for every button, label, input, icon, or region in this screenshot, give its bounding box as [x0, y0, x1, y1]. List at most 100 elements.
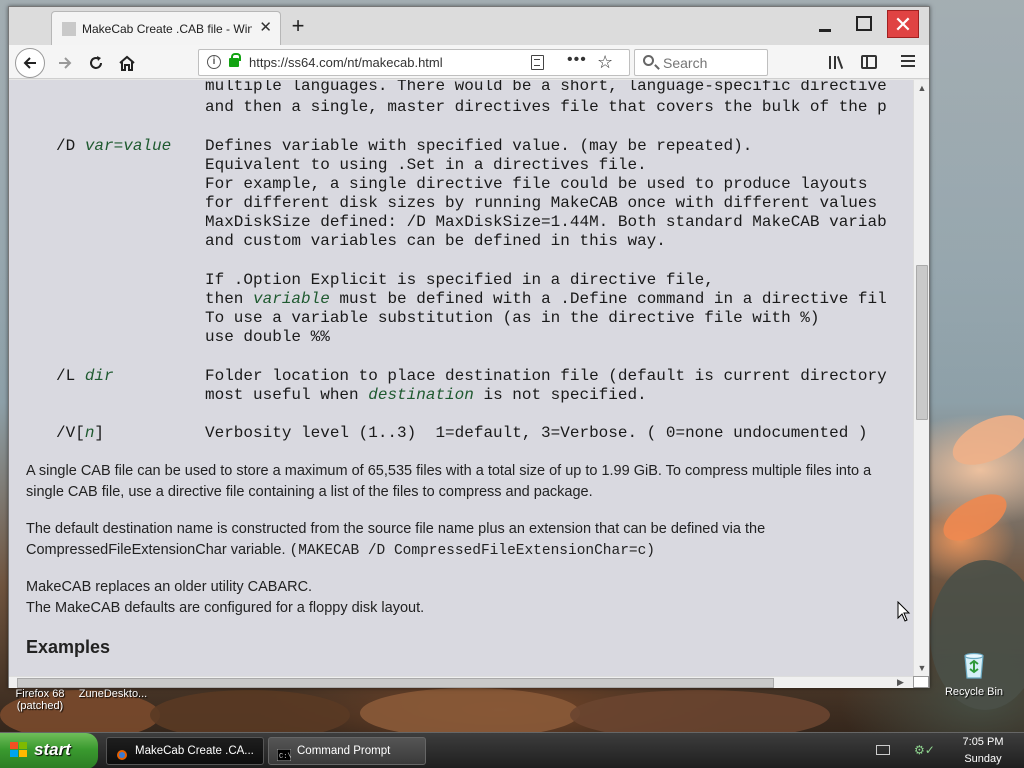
taskbar-item-firefox[interactable]: MakeCab Create .CA...	[106, 737, 264, 765]
reload-icon	[90, 56, 102, 69]
option-d-desc: If .Option Explicit is specified in a di…	[205, 271, 714, 289]
option-l-desc: most useful when destination is not spec…	[205, 386, 647, 404]
home-icon	[119, 55, 135, 71]
start-label: start	[34, 740, 71, 759]
reader-view-icon[interactable]	[531, 55, 544, 70]
keyboard-icon[interactable]	[876, 745, 890, 755]
desktop-icon-firefox-label: Firefox 68 (patched)	[15, 688, 65, 712]
option-d-desc: and custom variables can be defined in t…	[205, 232, 666, 250]
bookmark-star-icon[interactable]: ☆	[597, 52, 613, 73]
paragraph-floppy: The MakeCAB defaults are configured for …	[26, 600, 425, 616]
content-line: and then a single, master directives fil…	[205, 98, 887, 116]
back-arrow-icon	[23, 57, 36, 69]
option-d-desc: MaxDiskSize defined: /D MaxDiskSize=1.44…	[205, 213, 887, 231]
scroll-up-icon[interactable]: ▲	[914, 80, 930, 96]
clock-day[interactable]: Sunday	[960, 753, 1006, 765]
cmd-icon: C:\	[276, 745, 292, 762]
sidebar-toggle-button[interactable]	[861, 55, 877, 69]
browser-window: MakeCab Create .CAB file - Windo ✕ + ✕ i…	[8, 6, 930, 688]
url-text[interactable]: https://ss64.com/nt/makecab.html	[249, 55, 443, 70]
desktop-icon-recycle-bin[interactable]: Recycle Bin	[940, 650, 1008, 698]
windows-logo-icon	[10, 742, 28, 758]
page-favicon-icon	[62, 22, 76, 36]
option-d-desc: To use a variable substitution (as in th…	[205, 309, 820, 327]
desktop-icon-recycle-bin-label: Recycle Bin	[944, 686, 1004, 698]
search-bar[interactable]	[634, 49, 768, 76]
option-d-desc: Equivalent to using .Set in a directives…	[205, 156, 647, 174]
clock-time[interactable]: 7:05 PM	[960, 736, 1006, 748]
horizontal-scrollbar[interactable]: ▶	[9, 676, 913, 688]
option-d-desc: Defines variable with specified value. (…	[205, 137, 753, 155]
mouse-cursor-icon	[897, 601, 911, 622]
maximize-button[interactable]	[848, 10, 880, 38]
maximize-icon	[856, 16, 872, 31]
taskbar: start MakeCab Create .CA... C:\ Command …	[0, 732, 1024, 768]
paragraph-cabarc: MakeCAB replaces an older utility CABARC…	[26, 579, 313, 595]
hamburger-menu-button[interactable]	[901, 55, 915, 67]
option-v-desc: Verbosity level (1..3) 1=default, 3=Verb…	[205, 424, 868, 442]
vertical-scrollbar[interactable]: ▲ ▼	[913, 80, 929, 676]
scroll-corner	[913, 676, 929, 688]
option-v-switch: /V[n]	[56, 424, 105, 442]
library-button[interactable]	[827, 53, 847, 71]
page-content: multiple languages. There would be a sho…	[9, 80, 913, 676]
minimize-icon	[819, 29, 831, 32]
content-line: multiple languages. There would be a sho…	[205, 80, 887, 95]
vertical-scroll-thumb[interactable]	[916, 265, 928, 420]
network-icon[interactable]: ⚙✓	[914, 743, 942, 757]
close-icon: ✕	[893, 12, 913, 37]
option-d-desc: for different disk sizes by running Make…	[205, 194, 878, 212]
paragraph-cab-limits: A single CAB file can be used to store a…	[26, 463, 872, 500]
lock-icon	[229, 53, 241, 67]
forward-button[interactable]	[51, 49, 79, 77]
navigation-toolbar: i https://ss64.com/nt/makecab.html ••• ☆	[9, 45, 929, 79]
tab-makecab[interactable]: MakeCab Create .CAB file - Windo ✕	[51, 11, 281, 45]
option-l-arg: dir	[84, 367, 114, 385]
close-window-button[interactable]: ✕	[887, 10, 919, 38]
desktop-icon-zune-label: ZuneDeskto...	[78, 688, 148, 700]
scroll-down-icon[interactable]: ▼	[914, 660, 930, 676]
code-snippet: (MAKECAB /D CompressedFileExtensionChar=…	[289, 543, 656, 559]
taskbar-item-label: MakeCab Create .CA...	[135, 745, 254, 757]
taskbar-item-label: Command Prompt	[297, 745, 391, 757]
page-actions-icon[interactable]: •••	[567, 51, 587, 69]
hand-decor	[935, 484, 1015, 551]
option-l-switch: /L dir	[56, 367, 114, 385]
option-d-desc: For example, a single directive file cou…	[205, 175, 868, 193]
option-d-switch: /D var=value	[56, 137, 172, 155]
system-tray: ⚙✓ 7:05 PM Sunday	[866, 733, 1024, 768]
option-d-arg: var=value	[84, 137, 172, 155]
desktop-icon-firefox[interactable]: Firefox 68 (patched)	[8, 688, 72, 712]
paragraph-default-name: The default destination name is construc…	[26, 521, 766, 559]
taskbar-item-command-prompt[interactable]: C:\ Command Prompt	[268, 737, 426, 765]
library-icon	[829, 56, 831, 69]
search-icon	[643, 55, 654, 66]
address-bar[interactable]: i https://ss64.com/nt/makecab.html ••• ☆	[198, 49, 630, 76]
variable-term: variable	[253, 290, 330, 308]
site-info-icon[interactable]: i	[207, 55, 221, 69]
hand-decor	[945, 404, 1024, 476]
home-button[interactable]	[113, 49, 141, 77]
firefox-icon	[115, 745, 129, 760]
option-d-desc: use double %%	[205, 328, 330, 346]
recycle-bin-icon	[940, 650, 1008, 683]
new-tab-button[interactable]: +	[284, 13, 312, 41]
reload-button[interactable]	[82, 49, 110, 77]
forward-arrow-icon	[59, 57, 72, 69]
destination-term: destination	[368, 386, 474, 404]
examples-heading: Examples	[26, 637, 111, 657]
minimize-button[interactable]	[809, 10, 841, 38]
option-d-desc: then variable must be defined with a .De…	[205, 290, 887, 308]
start-button[interactable]: start	[0, 733, 98, 768]
back-button[interactable]	[15, 48, 45, 78]
search-input[interactable]	[663, 54, 763, 72]
option-l-desc: Folder location to place destination fil…	[205, 367, 887, 385]
scroll-right-icon[interactable]: ▶	[897, 677, 904, 688]
desktop-icon-zune[interactable]: ZuneDeskto...	[78, 688, 148, 700]
tab-close-icon[interactable]: ✕	[259, 20, 272, 36]
svg-text:C:\: C:\	[279, 753, 291, 761]
crowd-decor	[360, 688, 580, 738]
tab-bar: MakeCab Create .CAB file - Windo ✕ + ✕	[9, 7, 929, 45]
tab-title: MakeCab Create .CAB file - Windo	[82, 22, 252, 36]
horizontal-scroll-thumb[interactable]	[17, 678, 774, 688]
